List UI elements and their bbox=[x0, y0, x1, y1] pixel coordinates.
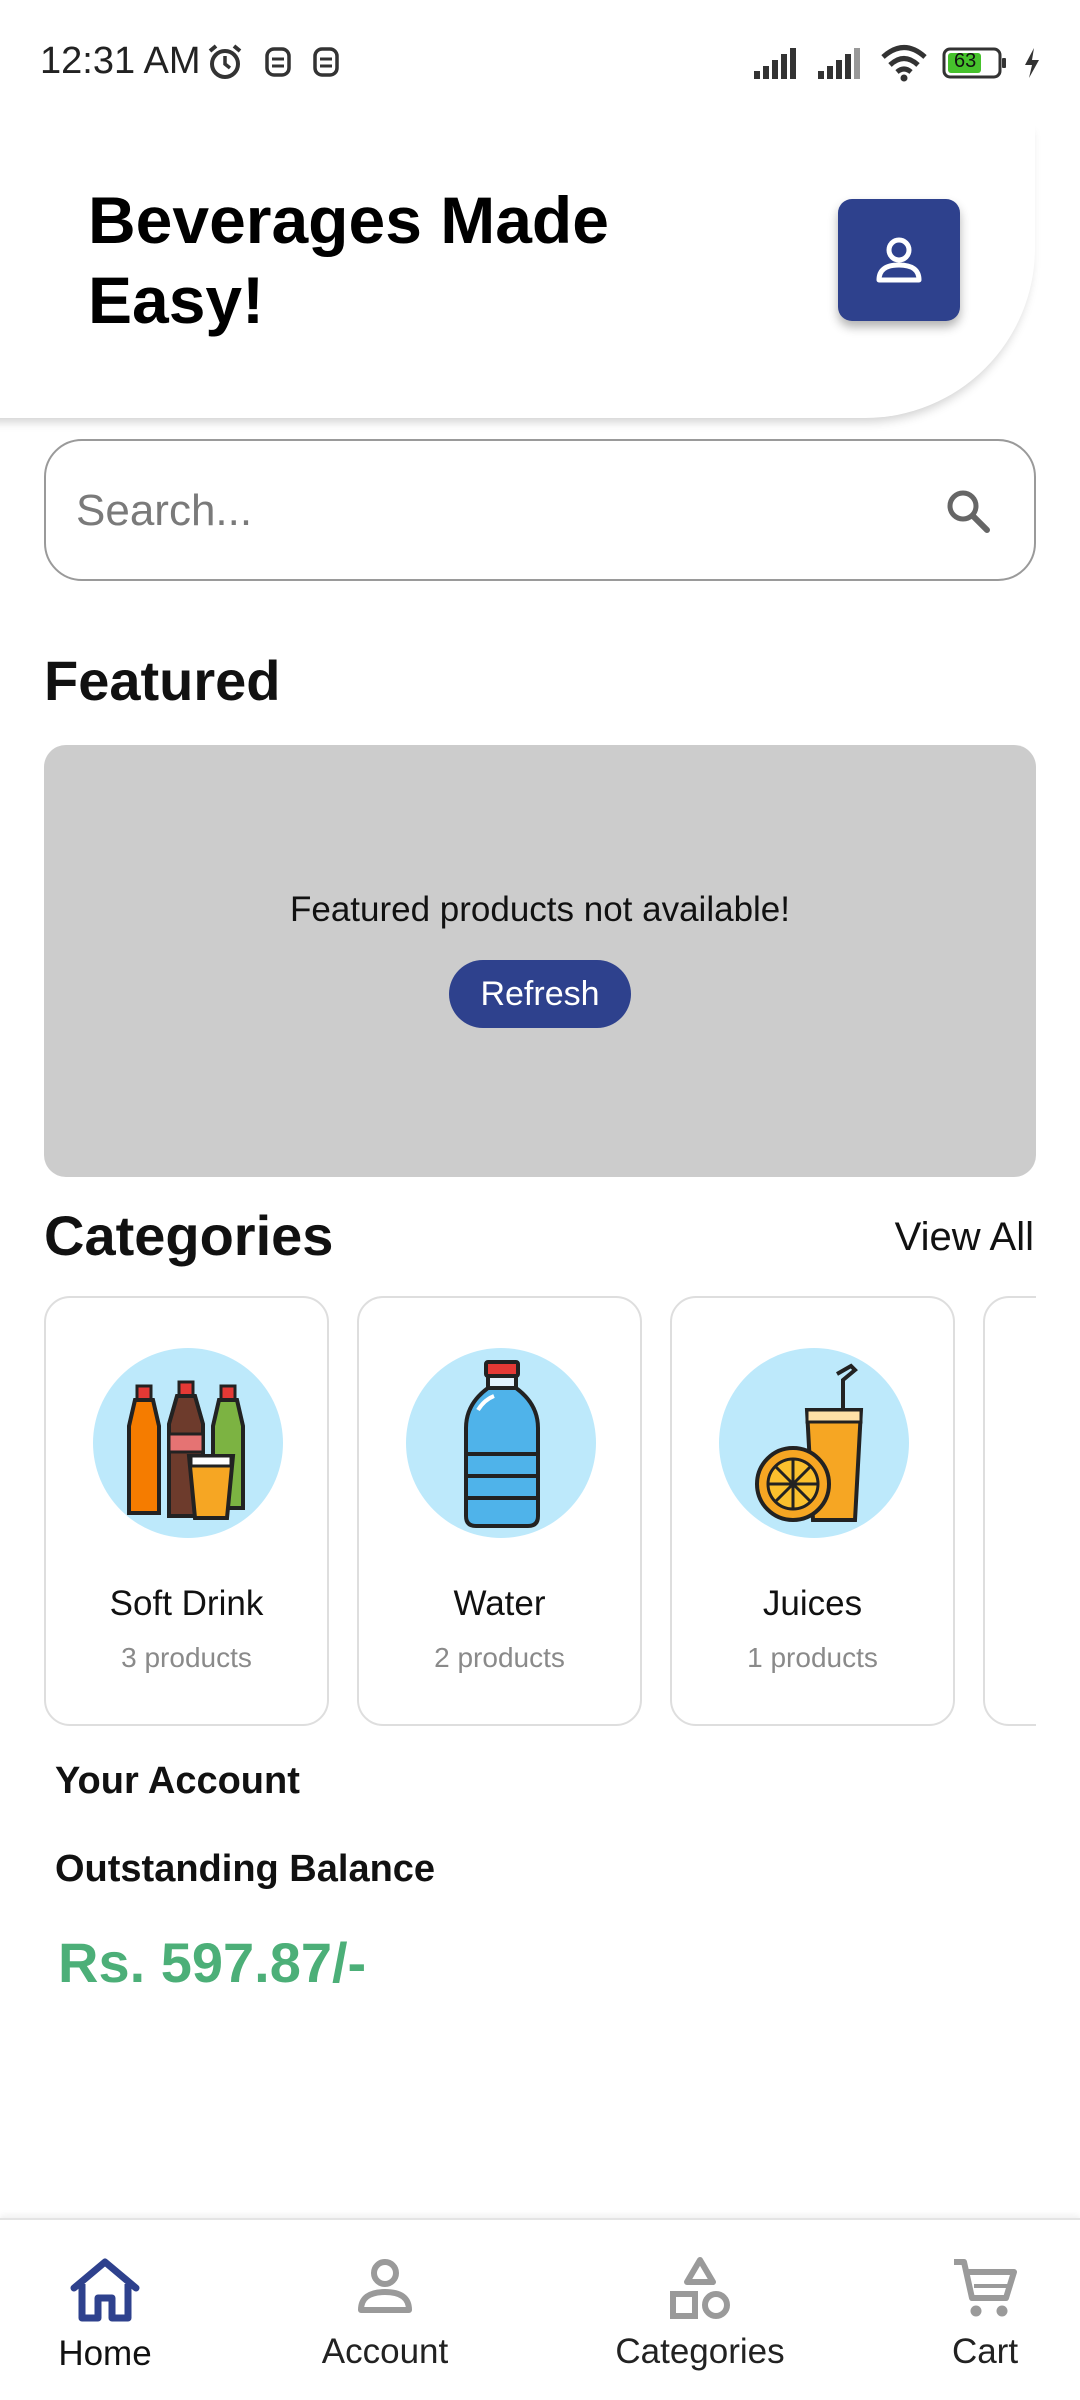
alarm-icon bbox=[208, 44, 242, 79]
search-input[interactable] bbox=[76, 471, 876, 551]
battery-icon: 63 bbox=[942, 47, 1008, 79]
notification-icon bbox=[313, 47, 339, 77]
soft-drink-bottles-icon bbox=[93, 1348, 283, 1538]
status-time: 12:31 AM bbox=[40, 40, 201, 82]
nav-item-home[interactable]: Home bbox=[20, 2220, 190, 2400]
search-bar bbox=[44, 439, 1036, 581]
nav-label-categories: Categories bbox=[615, 2332, 785, 2371]
featured-title: Featured bbox=[44, 649, 281, 712]
featured-empty-message: Featured products not available! bbox=[289, 890, 791, 929]
category-name: Soft Drink bbox=[109, 1584, 264, 1623]
categories-title: Categories bbox=[44, 1204, 334, 1267]
nav-label-cart: Cart bbox=[951, 2332, 1019, 2371]
nav-item-cart[interactable]: Cart bbox=[915, 2220, 1055, 2400]
category-count: 1 products bbox=[747, 1642, 878, 1673]
category-card-soft-drink[interactable]: Soft Drink 3 products bbox=[44, 1296, 329, 1726]
view-all-link[interactable]: View All bbox=[895, 1215, 1034, 1260]
home-icon bbox=[70, 2258, 140, 2322]
account-section-title: Your Account bbox=[55, 1760, 300, 1802]
outstanding-balance-amount: Rs. 597.87/- bbox=[58, 1931, 367, 1994]
refresh-button[interactable]: Refresh bbox=[449, 960, 631, 1028]
profile-button[interactable] bbox=[838, 199, 960, 321]
nav-label-home: Home bbox=[58, 2334, 152, 2373]
category-count: 3 products bbox=[121, 1642, 252, 1673]
cart-icon bbox=[954, 2259, 1017, 2317]
outstanding-balance-label: Outstanding Balance bbox=[55, 1848, 436, 1890]
category-card-water[interactable]: Water 2 products bbox=[357, 1296, 642, 1726]
signal-icon bbox=[754, 48, 796, 79]
nav-item-categories[interactable]: Categories bbox=[600, 2220, 800, 2400]
nav-label-account: Account bbox=[321, 2332, 449, 2371]
juice-glass-icon bbox=[719, 1348, 909, 1538]
signal-icon bbox=[818, 48, 860, 79]
water-bottle-icon bbox=[406, 1348, 596, 1538]
status-icons-right: 63 bbox=[752, 44, 1042, 82]
category-carousel[interactable]: Soft Drink 3 products Water 2 products J… bbox=[44, 1296, 1036, 1728]
wifi-icon bbox=[881, 45, 927, 82]
bottom-navigation: Home Account Categories Cart bbox=[0, 2218, 1080, 2400]
notification-icon bbox=[265, 47, 291, 77]
featured-panel: Featured products not available! Refresh bbox=[44, 745, 1036, 1177]
charging-icon bbox=[1025, 48, 1039, 78]
category-name: Juices bbox=[762, 1584, 863, 1623]
user-icon bbox=[876, 237, 922, 283]
page-title: Beverages Made Easy! bbox=[88, 183, 609, 337]
category-card-partial[interactable] bbox=[983, 1296, 1036, 1726]
nav-item-account[interactable]: Account bbox=[300, 2220, 470, 2400]
category-card-juices[interactable]: Juices 1 products bbox=[670, 1296, 955, 1726]
shapes-icon bbox=[670, 2257, 730, 2319]
battery-level: 63 bbox=[954, 50, 977, 72]
category-name: Water bbox=[453, 1584, 546, 1623]
user-icon bbox=[358, 2259, 412, 2313]
category-count: 2 products bbox=[434, 1642, 565, 1673]
status-icons-left bbox=[205, 42, 341, 82]
status-bar: 12:31 AM 63 bbox=[0, 0, 1080, 130]
search-icon[interactable] bbox=[944, 487, 992, 535]
